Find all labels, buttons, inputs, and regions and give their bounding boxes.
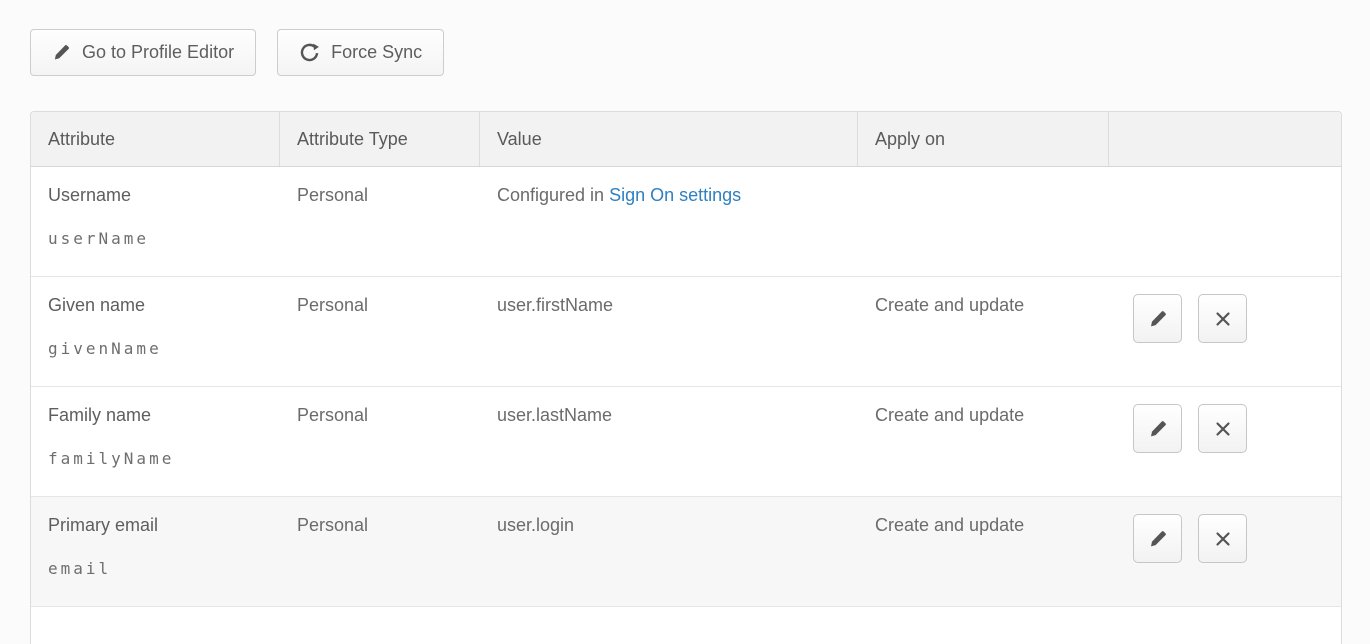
apply-on-cell: Create and update (858, 387, 1109, 496)
table-row-family-name: Family name familyName Personal user.las… (31, 387, 1341, 497)
value-cell: Configured in Sign On settings (480, 167, 858, 276)
header-attribute-type: Attribute Type (280, 112, 480, 166)
actions-cell (1109, 167, 1341, 276)
attribute-cell: Given name givenName (31, 277, 280, 386)
delete-attribute-button[interactable] (1198, 404, 1247, 453)
actions-cell (1109, 387, 1341, 496)
attribute-cell: Primary email email (31, 497, 280, 606)
apply-on-cell (858, 167, 1109, 276)
attribute-mapping-table: Attribute Attribute Type Value Apply on … (30, 111, 1342, 644)
delete-attribute-button[interactable] (1198, 514, 1247, 563)
value-text: Configured in (497, 185, 609, 205)
attribute-key: userName (48, 229, 270, 248)
attribute-key: givenName (48, 339, 270, 358)
x-icon (1213, 309, 1233, 329)
attribute-cell: Username userName (31, 167, 280, 276)
attribute-cell: Family name familyName (31, 387, 280, 496)
edit-attribute-button[interactable] (1133, 294, 1182, 343)
delete-attribute-button[interactable] (1198, 294, 1247, 343)
sign-on-settings-link[interactable]: Sign On settings (609, 185, 741, 205)
attribute-label: Family name (48, 405, 270, 426)
actions-cell (1109, 497, 1341, 606)
refresh-icon (299, 42, 320, 63)
attribute-type-cell: Personal (280, 167, 480, 276)
attribute-key: email (48, 559, 270, 578)
header-actions (1109, 112, 1341, 166)
attribute-mappings-page: Go to Profile Editor Force Sync Attribut… (0, 0, 1370, 644)
go-to-profile-editor-label: Go to Profile Editor (82, 42, 234, 63)
force-sync-button[interactable]: Force Sync (277, 29, 444, 76)
table-row-username: Username userName Personal Configured in… (31, 167, 1341, 277)
force-sync-label: Force Sync (331, 42, 422, 63)
edit-attribute-button[interactable] (1133, 514, 1182, 563)
x-icon (1213, 419, 1233, 439)
table-header-row: Attribute Attribute Type Value Apply on (31, 112, 1341, 167)
value-cell: user.firstName (480, 277, 858, 386)
attribute-label: Primary email (48, 515, 270, 536)
attribute-key: familyName (48, 449, 270, 468)
attribute-type-cell: Personal (280, 497, 480, 606)
pencil-icon (1148, 529, 1168, 549)
value-cell: user.login (480, 497, 858, 606)
pencil-icon (1148, 309, 1168, 329)
attribute-label: Given name (48, 295, 270, 316)
table-row-given-name: Given name givenName Personal user.first… (31, 277, 1341, 387)
pencil-icon (1148, 419, 1168, 439)
go-to-profile-editor-button[interactable]: Go to Profile Editor (30, 29, 256, 76)
attribute-type-cell: Personal (280, 387, 480, 496)
apply-on-cell: Create and update (858, 277, 1109, 386)
x-icon (1213, 529, 1233, 549)
actions-cell (1109, 277, 1341, 386)
pencil-icon (52, 43, 71, 62)
table-row-partial (31, 607, 1341, 644)
table-row-primary-email: Primary email email Personal user.login … (31, 497, 1341, 607)
attribute-type-cell: Personal (280, 277, 480, 386)
header-value: Value (480, 112, 858, 166)
value-cell: user.lastName (480, 387, 858, 496)
attribute-label: Username (48, 185, 270, 206)
apply-on-cell: Create and update (858, 497, 1109, 606)
header-attribute: Attribute (31, 112, 280, 166)
edit-attribute-button[interactable] (1133, 404, 1182, 453)
header-apply-on: Apply on (858, 112, 1109, 166)
toolbar: Go to Profile Editor Force Sync (30, 29, 1370, 76)
